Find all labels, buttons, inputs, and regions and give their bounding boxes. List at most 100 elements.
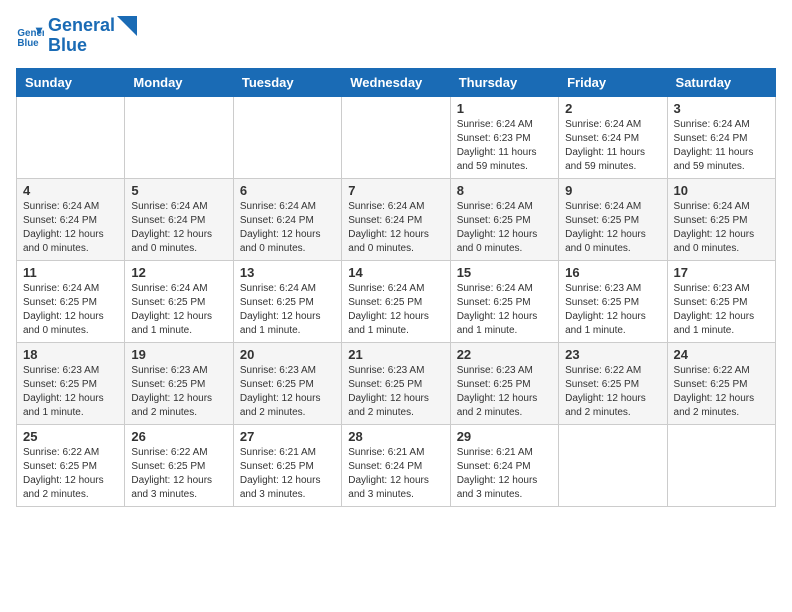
- day-info: Sunrise: 6:22 AM Sunset: 6:25 PM Dayligh…: [23, 446, 118, 502]
- calendar-week-4: 18 Sunrise: 6:23 AM Sunset: 6:25 PM Dayli…: [17, 342, 776, 424]
- calendar-week-1: 1 Sunrise: 6:24 AM Sunset: 6:23 PM Daylig…: [17, 96, 776, 178]
- day-info: Sunrise: 6:22 AM Sunset: 6:25 PM Dayligh…: [565, 364, 660, 420]
- calendar: SundayMondayTuesdayWednesdayThursdayFrid…: [16, 68, 776, 507]
- day-info: Sunrise: 6:24 AM Sunset: 6:25 PM Dayligh…: [457, 282, 552, 338]
- calendar-cell: 28Sunrise: 6:21 AM Sunset: 6:24 PM Dayli…: [342, 424, 450, 506]
- logo: General Blue General Blue: [16, 16, 137, 56]
- calendar-cell: 5 Sunrise: 6:24 AM Sunset: 6:24 PM Daylig…: [125, 178, 233, 260]
- calendar-cell: [233, 96, 341, 178]
- calendar-cell: 19 Sunrise: 6:23 AM Sunset: 6:25 PM Dayli…: [125, 342, 233, 424]
- day-number: 13: [240, 265, 335, 280]
- calendar-cell: [667, 424, 775, 506]
- day-info: Sunrise: 6:24 AM Sunset: 6:25 PM Dayligh…: [674, 200, 769, 256]
- calendar-cell: 6 Sunrise: 6:24 AM Sunset: 6:24 PM Daylig…: [233, 178, 341, 260]
- day-info: Sunrise: 6:24 AM Sunset: 6:24 PM Dayligh…: [348, 200, 443, 256]
- header: General Blue General Blue: [16, 16, 776, 56]
- calendar-cell: 25 Sunrise: 6:22 AM Sunset: 6:25 PM Dayli…: [17, 424, 125, 506]
- day-number: 2: [565, 101, 660, 116]
- day-info: Sunrise: 6:21 AM Sunset: 6:25 PM Dayligh…: [240, 446, 335, 502]
- calendar-cell: 27 Sunrise: 6:21 AM Sunset: 6:25 PM Dayli…: [233, 424, 341, 506]
- calendar-week-2: 4 Sunrise: 6:24 AM Sunset: 6:24 PM Daylig…: [17, 178, 776, 260]
- calendar-cell: 15 Sunrise: 6:24 AM Sunset: 6:25 PM Dayli…: [450, 260, 558, 342]
- calendar-cell: 13 Sunrise: 6:24 AM Sunset: 6:25 PM Dayli…: [233, 260, 341, 342]
- column-header-tuesday: Tuesday: [233, 68, 341, 96]
- column-header-sunday: Sunday: [17, 68, 125, 96]
- column-header-saturday: Saturday: [667, 68, 775, 96]
- calendar-cell: 3Sunrise: 6:24 AM Sunset: 6:24 PM Daylig…: [667, 96, 775, 178]
- calendar-cell: [125, 96, 233, 178]
- day-info: Sunrise: 6:23 AM Sunset: 6:25 PM Dayligh…: [565, 282, 660, 338]
- day-number: 5: [131, 183, 226, 198]
- day-info: Sunrise: 6:23 AM Sunset: 6:25 PM Dayligh…: [348, 364, 443, 420]
- calendar-cell: 24 Sunrise: 6:22 AM Sunset: 6:25 PM Dayli…: [667, 342, 775, 424]
- day-info: Sunrise: 6:24 AM Sunset: 6:25 PM Dayligh…: [240, 282, 335, 338]
- day-info: Sunrise: 6:24 AM Sunset: 6:24 PM Dayligh…: [23, 200, 118, 256]
- calendar-cell: 11 Sunrise: 6:24 AM Sunset: 6:25 PM Dayli…: [17, 260, 125, 342]
- day-number: 9: [565, 183, 660, 198]
- logo-general: General: [48, 16, 115, 36]
- day-number: 1: [457, 101, 552, 116]
- calendar-cell: 14Sunrise: 6:24 AM Sunset: 6:25 PM Dayli…: [342, 260, 450, 342]
- day-info: Sunrise: 6:24 AM Sunset: 6:25 PM Dayligh…: [131, 282, 226, 338]
- day-number: 25: [23, 429, 118, 444]
- day-number: 19: [131, 347, 226, 362]
- calendar-cell: 20 Sunrise: 6:23 AM Sunset: 6:25 PM Dayli…: [233, 342, 341, 424]
- calendar-cell: [17, 96, 125, 178]
- day-number: 4: [23, 183, 118, 198]
- calendar-cell: 22 Sunrise: 6:23 AM Sunset: 6:25 PM Dayli…: [450, 342, 558, 424]
- day-number: 26: [131, 429, 226, 444]
- logo-arrow-icon: [117, 16, 137, 46]
- calendar-cell: 18 Sunrise: 6:23 AM Sunset: 6:25 PM Dayli…: [17, 342, 125, 424]
- day-number: 21: [348, 347, 443, 362]
- day-number: 18: [23, 347, 118, 362]
- day-number: 10: [674, 183, 769, 198]
- day-number: 15: [457, 265, 552, 280]
- column-header-thursday: Thursday: [450, 68, 558, 96]
- logo-blue: Blue: [48, 36, 115, 56]
- day-info: Sunrise: 6:23 AM Sunset: 6:25 PM Dayligh…: [23, 364, 118, 420]
- day-info: Sunrise: 6:24 AM Sunset: 6:25 PM Dayligh…: [348, 282, 443, 338]
- day-number: 7: [348, 183, 443, 198]
- calendar-cell: 9 Sunrise: 6:24 AM Sunset: 6:25 PM Daylig…: [559, 178, 667, 260]
- day-number: 28: [348, 429, 443, 444]
- day-number: 6: [240, 183, 335, 198]
- day-info: Sunrise: 6:22 AM Sunset: 6:25 PM Dayligh…: [131, 446, 226, 502]
- calendar-cell: 2Sunrise: 6:24 AM Sunset: 6:24 PM Daylig…: [559, 96, 667, 178]
- calendar-cell: 29Sunrise: 6:21 AM Sunset: 6:24 PM Dayli…: [450, 424, 558, 506]
- day-number: 3: [674, 101, 769, 116]
- day-info: Sunrise: 6:23 AM Sunset: 6:25 PM Dayligh…: [131, 364, 226, 420]
- day-info: Sunrise: 6:23 AM Sunset: 6:25 PM Dayligh…: [674, 282, 769, 338]
- column-header-friday: Friday: [559, 68, 667, 96]
- day-number: 22: [457, 347, 552, 362]
- day-number: 8: [457, 183, 552, 198]
- day-info: Sunrise: 6:24 AM Sunset: 6:25 PM Dayligh…: [457, 200, 552, 256]
- day-number: 24: [674, 347, 769, 362]
- svg-text:Blue: Blue: [17, 38, 39, 49]
- day-number: 16: [565, 265, 660, 280]
- day-info: Sunrise: 6:24 AM Sunset: 6:23 PM Dayligh…: [457, 118, 552, 174]
- calendar-week-3: 11 Sunrise: 6:24 AM Sunset: 6:25 PM Dayli…: [17, 260, 776, 342]
- calendar-cell: 8 Sunrise: 6:24 AM Sunset: 6:25 PM Daylig…: [450, 178, 558, 260]
- day-info: Sunrise: 6:23 AM Sunset: 6:25 PM Dayligh…: [457, 364, 552, 420]
- day-number: 27: [240, 429, 335, 444]
- column-header-wednesday: Wednesday: [342, 68, 450, 96]
- logo-icon: General Blue: [16, 22, 44, 50]
- day-number: 20: [240, 347, 335, 362]
- calendar-cell: 4 Sunrise: 6:24 AM Sunset: 6:24 PM Daylig…: [17, 178, 125, 260]
- column-header-monday: Monday: [125, 68, 233, 96]
- day-number: 17: [674, 265, 769, 280]
- calendar-header-row: SundayMondayTuesdayWednesdayThursdayFrid…: [17, 68, 776, 96]
- day-number: 12: [131, 265, 226, 280]
- day-number: 29: [457, 429, 552, 444]
- day-info: Sunrise: 6:23 AM Sunset: 6:25 PM Dayligh…: [240, 364, 335, 420]
- day-info: Sunrise: 6:24 AM Sunset: 6:24 PM Dayligh…: [131, 200, 226, 256]
- day-number: 11: [23, 265, 118, 280]
- calendar-cell: [559, 424, 667, 506]
- calendar-cell: 7 Sunrise: 6:24 AM Sunset: 6:24 PM Daylig…: [342, 178, 450, 260]
- day-info: Sunrise: 6:24 AM Sunset: 6:25 PM Dayligh…: [23, 282, 118, 338]
- day-info: Sunrise: 6:24 AM Sunset: 6:24 PM Dayligh…: [240, 200, 335, 256]
- day-info: Sunrise: 6:24 AM Sunset: 6:25 PM Dayligh…: [565, 200, 660, 256]
- day-number: 23: [565, 347, 660, 362]
- day-info: Sunrise: 6:22 AM Sunset: 6:25 PM Dayligh…: [674, 364, 769, 420]
- calendar-cell: 12 Sunrise: 6:24 AM Sunset: 6:25 PM Dayli…: [125, 260, 233, 342]
